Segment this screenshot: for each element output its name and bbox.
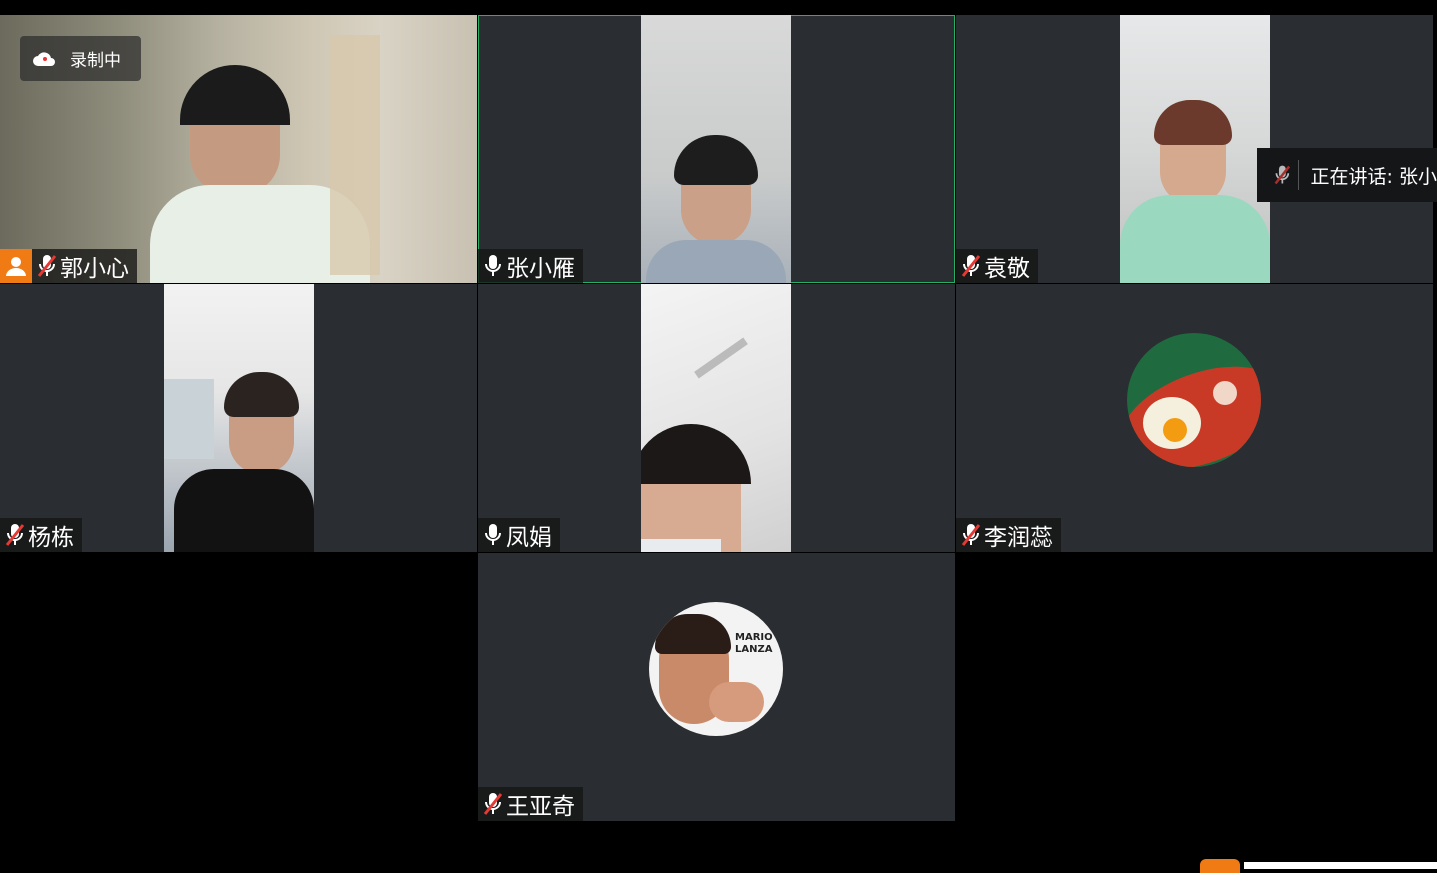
participant-name: 张小雁 xyxy=(506,256,575,282)
participant-nameplate: 郭小心 xyxy=(0,249,137,283)
mic-muted-icon xyxy=(961,253,981,278)
participant-video xyxy=(641,284,791,552)
recording-label: 录制中 xyxy=(70,51,121,71)
participant-video xyxy=(164,284,314,552)
participant-nameplate: 凤娟 xyxy=(478,518,560,552)
participant-nameplate: 杨栋 xyxy=(0,518,82,552)
video-tile-wang-yaqi[interactable]: MARIO LANZA 王亚奇 xyxy=(478,553,955,821)
speaking-label: 正在讲话: 张小 xyxy=(1310,165,1437,188)
mic-muted-icon xyxy=(37,253,57,278)
video-tile-li-runrui[interactable]: 李润蕊 xyxy=(956,284,1433,552)
participant-name: 郭小心 xyxy=(60,256,129,282)
mic-icon xyxy=(485,254,501,277)
video-tile-zhang-xiaoyan[interactable]: 张小雁 xyxy=(478,15,955,283)
toolbar-edge[interactable] xyxy=(1200,855,1437,873)
participant-name: 凤娟 xyxy=(506,525,552,551)
mic-muted-icon xyxy=(483,791,503,816)
participant-nameplate: 张小雁 xyxy=(478,249,583,283)
recording-indicator[interactable]: 录制中 xyxy=(20,36,141,81)
participant-name: 李润蕊 xyxy=(984,525,1053,551)
participant-video xyxy=(641,15,791,283)
cloud-icon xyxy=(33,51,55,66)
divider xyxy=(1297,160,1299,190)
mic-muted-icon xyxy=(1274,164,1291,185)
avatar-text: MARIO LANZA xyxy=(735,632,773,655)
host-badge xyxy=(0,249,32,283)
video-tile-yang-dong[interactable]: 杨栋 xyxy=(0,284,477,552)
participant-nameplate: 王亚奇 xyxy=(478,787,583,821)
participant-name: 王亚奇 xyxy=(506,794,575,820)
mic-muted-icon xyxy=(5,522,25,547)
participant-name: 杨栋 xyxy=(28,525,74,551)
mic-muted-icon xyxy=(961,522,981,547)
participant-video xyxy=(1120,15,1270,283)
active-speaker-indicator: 正在讲话: 张小 xyxy=(1257,148,1437,202)
profile-avatar: MARIO LANZA xyxy=(649,602,783,736)
mic-icon xyxy=(485,523,501,546)
participant-nameplate: 袁敬 xyxy=(956,249,1038,283)
participant-name: 袁敬 xyxy=(984,256,1030,282)
participant-nameplate: 李润蕊 xyxy=(956,518,1061,552)
person-icon xyxy=(6,257,26,276)
video-tile-guo-xiaoxin[interactable]: 录制中 郭小心 xyxy=(0,15,477,283)
video-tile-feng-juan[interactable]: 凤娟 xyxy=(478,284,955,552)
profile-avatar xyxy=(1127,333,1261,467)
